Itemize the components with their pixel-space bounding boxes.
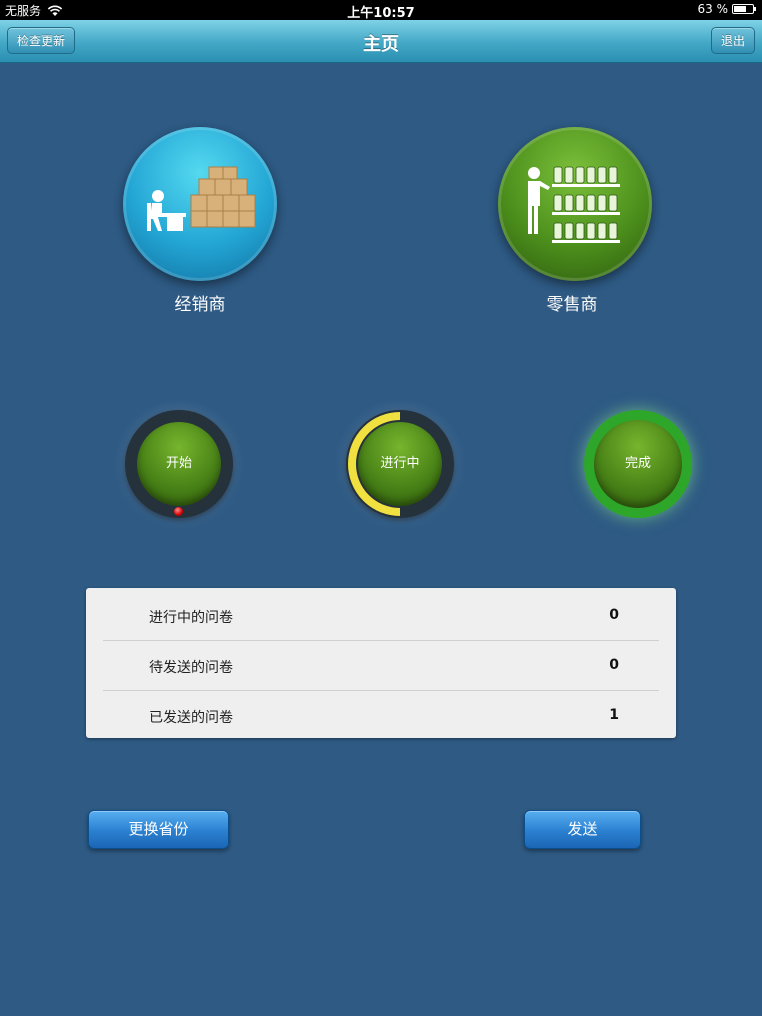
retailer-shelf-icon — [528, 166, 620, 243]
nav-bar: 检查更新 主页 退出 — [0, 20, 762, 63]
send-button[interactable]: 发送 — [524, 810, 641, 849]
clock-text: 上午10:57 — [347, 6, 415, 21]
complete-dial-label: 完成 — [594, 420, 682, 508]
change-province-button[interactable]: 更换省份 — [88, 810, 229, 849]
summary-row-in-progress[interactable]: 进行中的问卷 0 — [103, 590, 659, 641]
retailer-label: 零售商 — [546, 295, 598, 315]
survey-summary-panel: 进行中的问卷 0 待发送的问卷 0 已发送的问卷 1 — [86, 588, 676, 738]
summary-row-label: 进行中的问卷 — [149, 610, 233, 626]
summary-row-label: 待发送的问卷 — [149, 660, 233, 676]
summary-row-value: 0 — [609, 607, 619, 623]
summary-row-value: 0 — [609, 657, 619, 673]
in-progress-dial-label: 进行中 — [358, 422, 442, 506]
summary-row-label: 已发送的问卷 — [149, 710, 233, 726]
distributor-button[interactable] — [123, 127, 277, 281]
retailer-button[interactable] — [498, 127, 652, 281]
summary-row-pending[interactable]: 待发送的问卷 0 — [103, 640, 659, 691]
battery-percent: 63 % — [697, 2, 729, 16]
in-progress-dial-button[interactable]: 进行中 — [346, 410, 454, 518]
start-dial-label: 开始 — [137, 422, 221, 506]
page-title: 主页 — [363, 34, 399, 55]
summary-row-value: 1 — [609, 707, 619, 723]
logout-button[interactable]: 退出 — [710, 27, 755, 54]
distributor-warehouse-icon — [147, 166, 256, 231]
distributor-label: 经销商 — [174, 295, 226, 315]
battery-icon — [732, 4, 756, 14]
start-dial-button[interactable]: 开始 — [125, 410, 233, 518]
status-bar: 无服务 上午10:57 63 % — [0, 0, 762, 21]
summary-row-sent[interactable]: 已发送的问卷 1 — [103, 690, 659, 740]
complete-dial-button[interactable]: 完成 — [584, 410, 692, 518]
red-indicator-icon — [174, 507, 183, 516]
